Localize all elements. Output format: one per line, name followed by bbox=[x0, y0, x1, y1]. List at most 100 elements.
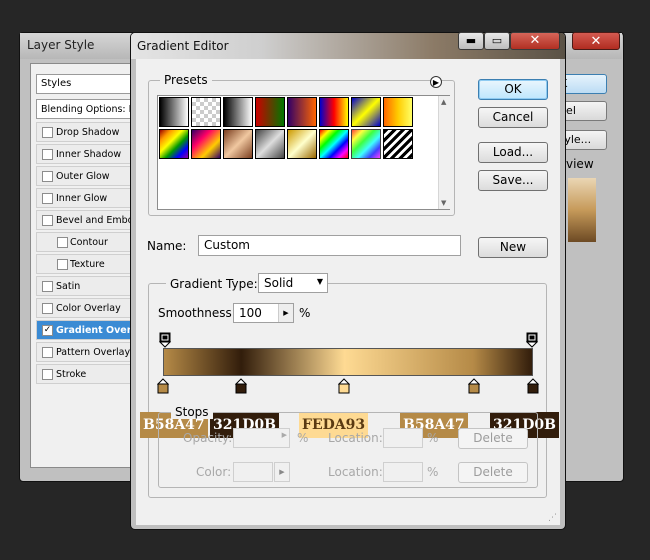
gradient-type-select[interactable]: Solid ▼ bbox=[258, 273, 328, 293]
style-item[interactable]: Satin bbox=[36, 276, 131, 296]
style-checkbox[interactable] bbox=[42, 347, 53, 358]
smoothness-value: 100 bbox=[239, 306, 262, 320]
layer-style-close-button[interactable]: ✕ bbox=[572, 32, 620, 50]
close-button[interactable]: ✕ bbox=[510, 32, 560, 50]
opacity-label: Opacity: bbox=[183, 431, 233, 445]
preset-swatch[interactable] bbox=[191, 97, 221, 127]
color-swatch-field bbox=[233, 462, 273, 482]
preset-swatch[interactable] bbox=[223, 129, 253, 159]
layer-style-title: Layer Style bbox=[27, 38, 95, 52]
style-item[interactable]: Stroke bbox=[36, 364, 131, 384]
gradient-type-value: Solid bbox=[264, 276, 294, 290]
chevron-down-icon: ▼ bbox=[316, 277, 323, 286]
preset-swatch[interactable] bbox=[383, 129, 413, 159]
preset-swatch[interactable] bbox=[159, 97, 189, 127]
opacity-location-label: Location: bbox=[328, 431, 383, 445]
style-item[interactable]: Contour bbox=[36, 232, 131, 252]
opacity-location-percent: % bbox=[427, 431, 439, 445]
style-checkbox[interactable] bbox=[42, 171, 53, 182]
scroll-down-icon[interactable]: ▼ bbox=[441, 199, 446, 207]
style-item[interactable]: Texture bbox=[36, 254, 131, 274]
color-stop[interactable] bbox=[468, 378, 480, 394]
style-item-label: Inner Shadow bbox=[56, 149, 122, 160]
style-item[interactable]: Pattern Overlay bbox=[36, 342, 131, 362]
style-item[interactable]: Bevel and Embos bbox=[36, 210, 131, 230]
preset-swatch[interactable] bbox=[319, 97, 349, 127]
color-label: Color: bbox=[196, 465, 232, 479]
style-preview-swatch bbox=[568, 178, 596, 242]
style-checkbox[interactable]: ✓ bbox=[42, 325, 53, 336]
style-checkbox[interactable] bbox=[57, 237, 68, 248]
color-stop[interactable] bbox=[157, 378, 169, 394]
smoothness-label: Smoothness: bbox=[158, 306, 236, 320]
preset-swatch[interactable] bbox=[287, 129, 317, 159]
style-checkbox[interactable] bbox=[42, 281, 53, 292]
load-button[interactable]: Load... bbox=[478, 142, 548, 163]
minimize-button[interactable]: ▬ bbox=[458, 32, 484, 50]
style-item-label: Texture bbox=[70, 259, 105, 270]
delete-opacity-stop-button[interactable]: Delete bbox=[458, 428, 528, 449]
color-stop[interactable] bbox=[338, 378, 350, 394]
preset-swatch[interactable] bbox=[159, 129, 189, 159]
color-stop[interactable] bbox=[235, 378, 247, 394]
preset-swatch[interactable] bbox=[383, 97, 413, 127]
preset-swatch[interactable] bbox=[319, 129, 349, 159]
styles-header[interactable]: Styles bbox=[36, 74, 131, 94]
arrow-right-icon: ▶ bbox=[279, 468, 285, 476]
style-item[interactable]: Outer Glow bbox=[36, 166, 131, 186]
name-field[interactable]: Custom bbox=[198, 235, 461, 256]
style-item-label: Pattern Overlay bbox=[56, 347, 131, 358]
cancel-button[interactable]: Cancel bbox=[478, 107, 548, 128]
maximize-button[interactable]: ▭ bbox=[484, 32, 510, 50]
presets-scrollbar[interactable]: ▲ ▼ bbox=[438, 96, 450, 209]
style-item[interactable]: ✓ Gradient Overl bbox=[36, 320, 131, 340]
opacity-stop-right[interactable] bbox=[526, 332, 538, 348]
preset-swatch[interactable] bbox=[351, 97, 381, 127]
presets-menu-button[interactable]: ▶ bbox=[430, 76, 442, 88]
ok-button[interactable]: OK bbox=[478, 79, 548, 100]
delete-color-stop-button[interactable]: Delete bbox=[458, 462, 528, 483]
opacity-stop-left[interactable] bbox=[159, 332, 171, 348]
preset-swatch[interactable] bbox=[191, 129, 221, 159]
name-label: Name: bbox=[147, 239, 187, 253]
preset-swatch[interactable] bbox=[287, 97, 317, 127]
preset-swatch[interactable] bbox=[351, 129, 381, 159]
style-item-label: Drop Shadow bbox=[56, 127, 120, 138]
color-stop[interactable] bbox=[527, 378, 539, 394]
style-checkbox[interactable] bbox=[42, 193, 53, 204]
style-item[interactable]: Inner Glow bbox=[36, 188, 131, 208]
opacity-percent: % bbox=[297, 431, 309, 445]
style-checkbox[interactable] bbox=[42, 127, 53, 138]
blending-options-item[interactable]: Blending Options: D bbox=[36, 99, 131, 119]
arrow-right-icon[interactable]: ▶ bbox=[278, 304, 293, 322]
scroll-up-icon[interactable]: ▲ bbox=[441, 98, 446, 106]
circle-arrow-right-icon: ▶ bbox=[432, 78, 440, 87]
opacity-location-field bbox=[383, 428, 423, 448]
style-item[interactable]: Drop Shadow bbox=[36, 122, 131, 142]
preset-swatch[interactable] bbox=[255, 129, 285, 159]
style-item-label: Color Overlay bbox=[56, 303, 121, 314]
gradient-preview-bar[interactable] bbox=[163, 348, 533, 376]
style-item-label: Satin bbox=[56, 281, 81, 292]
new-button[interactable]: New bbox=[478, 237, 548, 258]
style-checkbox[interactable] bbox=[42, 303, 53, 314]
style-checkbox[interactable] bbox=[42, 369, 53, 380]
save-button[interactable]: Save... bbox=[478, 170, 548, 191]
style-checkbox[interactable] bbox=[42, 215, 53, 226]
style-item-label: Inner Glow bbox=[56, 193, 108, 204]
style-item[interactable]: Inner Shadow bbox=[36, 144, 131, 164]
style-checkbox[interactable] bbox=[42, 149, 53, 160]
style-checkbox[interactable] bbox=[57, 259, 68, 270]
minimize-icon: ▬ bbox=[465, 34, 477, 47]
preset-swatch[interactable] bbox=[255, 97, 285, 127]
arrow-right-icon: ▶ bbox=[281, 431, 287, 439]
color-picker-arrow: ▶ bbox=[274, 462, 290, 482]
style-item-label: Contour bbox=[70, 237, 108, 248]
stops-label: Stops bbox=[171, 405, 213, 419]
color-location-label: Location: bbox=[328, 465, 383, 479]
resize-grip-icon[interactable]: ⋰ bbox=[548, 513, 557, 523]
presets-label: Presets bbox=[160, 73, 212, 87]
smoothness-field[interactable]: 100 ▶ bbox=[233, 303, 294, 323]
preset-swatch[interactable] bbox=[223, 97, 253, 127]
style-item[interactable]: Color Overlay bbox=[36, 298, 131, 318]
